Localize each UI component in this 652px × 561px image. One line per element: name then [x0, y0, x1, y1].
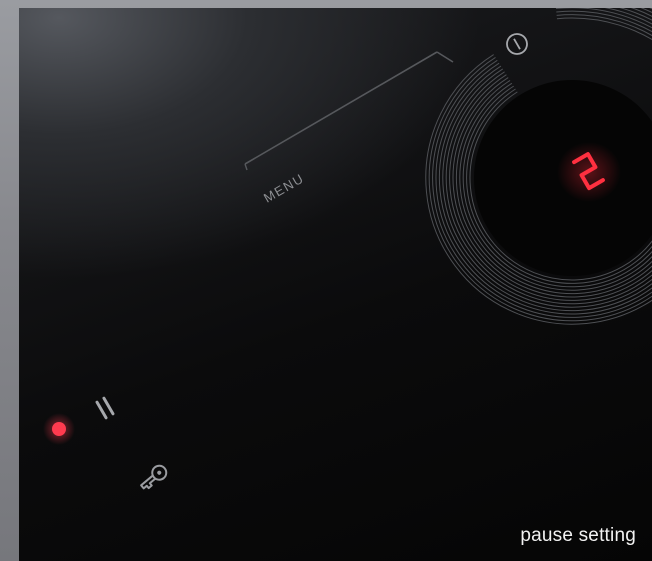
menu-label[interactable]: MENU: [261, 170, 307, 205]
ring-top-line: [556, 17, 652, 41]
ring-top-line: [556, 14, 652, 37]
power-icon[interactable]: [503, 30, 530, 57]
indicator-dot: [52, 422, 66, 436]
ring-top-line: [630, 8, 652, 17]
cooktop-panel: MENU 2 pause setting: [19, 8, 652, 561]
control-surface: MENU 2: [43, 8, 652, 492]
pause-icon[interactable]: [95, 396, 115, 420]
ring-top-segment: [555, 8, 652, 41]
menu-slider[interactable]: [244, 51, 454, 171]
caption-text: pause setting: [520, 525, 636, 546]
key-lock-icon[interactable]: [138, 463, 169, 492]
